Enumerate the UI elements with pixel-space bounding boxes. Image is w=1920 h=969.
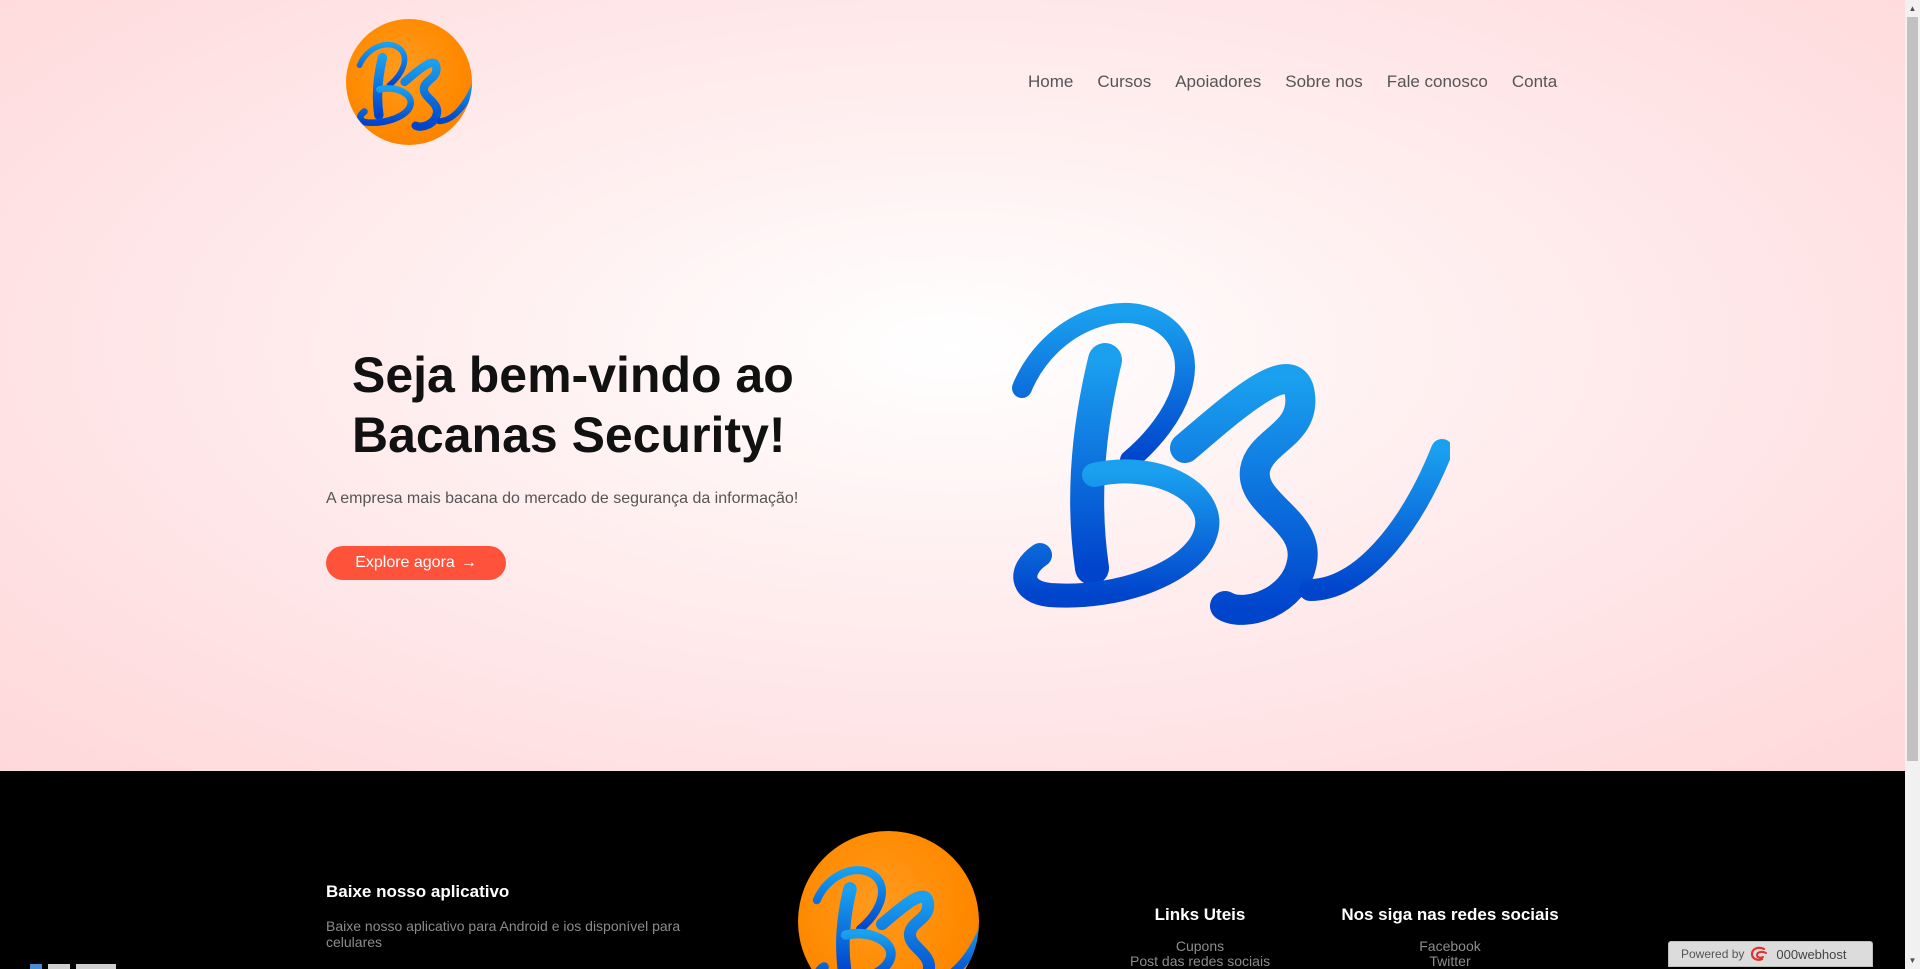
scroll-down-icon[interactable]: ▼ [1905,952,1920,969]
hero-subtitle: A empresa mais bacana do mercado de segu… [326,490,799,507]
footer-links-heading: Links Uteis [1154,905,1246,924]
powered-prefix: Powered by [1681,947,1745,961]
corner-widget[interactable] [30,964,116,969]
footer-link-posts[interactable]: Post das redes sociais [1130,954,1270,969]
main-nav: Home Cursos Apoiadores Sobre nos Fale co… [1028,72,1557,92]
nav-cursos[interactable]: Cursos [1097,72,1151,92]
vertical-scrollbar[interactable]: ▲ ▼ [1905,0,1920,969]
footer-social-section: Nos siga nas redes sociais Facebook Twit… [1330,905,1570,969]
powered-by-badge[interactable]: Powered by 000webhost [1668,941,1873,967]
footer-links-section: Links Uteis Cupons Post das redes sociai… [1130,905,1270,969]
arrow-right-icon: → [460,554,477,571]
footer-logo [798,831,979,969]
powered-brand: 000webhost [1776,946,1847,962]
explore-button[interactable]: Explore agora → [326,546,506,580]
footer: Baixe nosso aplicativo Baixe nosso aplic… [0,771,1905,969]
footer-app-text: Baixe nosso aplicativo para Android e io… [326,918,681,950]
nav-apoiadores[interactable]: Apoiadores [1175,72,1261,92]
footer-social-heading: Nos siga nas redes sociais [1341,905,1559,924]
site-logo[interactable] [346,19,472,145]
viewport: Home Cursos Apoiadores Sobre nos Fale co… [0,0,1905,969]
explore-button-label: Explore agora [355,554,455,571]
bs-logo-icon [798,831,979,969]
nav-sobre-nos[interactable]: Sobre nos [1285,72,1363,92]
bs-logo-icon [346,19,472,145]
scroll-up-icon[interactable]: ▲ [1905,0,1920,17]
hero-bs-logo-icon [1010,300,1450,640]
footer-social-twitter[interactable]: Twitter [1330,954,1570,969]
footer-app-heading: Baixe nosso aplicativo [326,882,510,901]
footer-app-section: Baixe nosso aplicativo Baixe nosso aplic… [326,882,716,950]
footer-link-cupons[interactable]: Cupons [1130,939,1270,954]
nav-conta[interactable]: Conta [1512,72,1557,92]
hero-section: Home Cursos Apoiadores Sobre nos Fale co… [0,0,1905,771]
nav-home[interactable]: Home [1028,72,1073,92]
scroll-thumb[interactable] [1907,17,1918,761]
nav-fale-conosco[interactable]: Fale conosco [1387,72,1488,92]
webhost-logo-icon [1751,946,1768,961]
hero-title: Seja bem-vindo ao Bacanas Security! [352,347,794,463]
footer-social-facebook[interactable]: Facebook [1330,939,1570,954]
